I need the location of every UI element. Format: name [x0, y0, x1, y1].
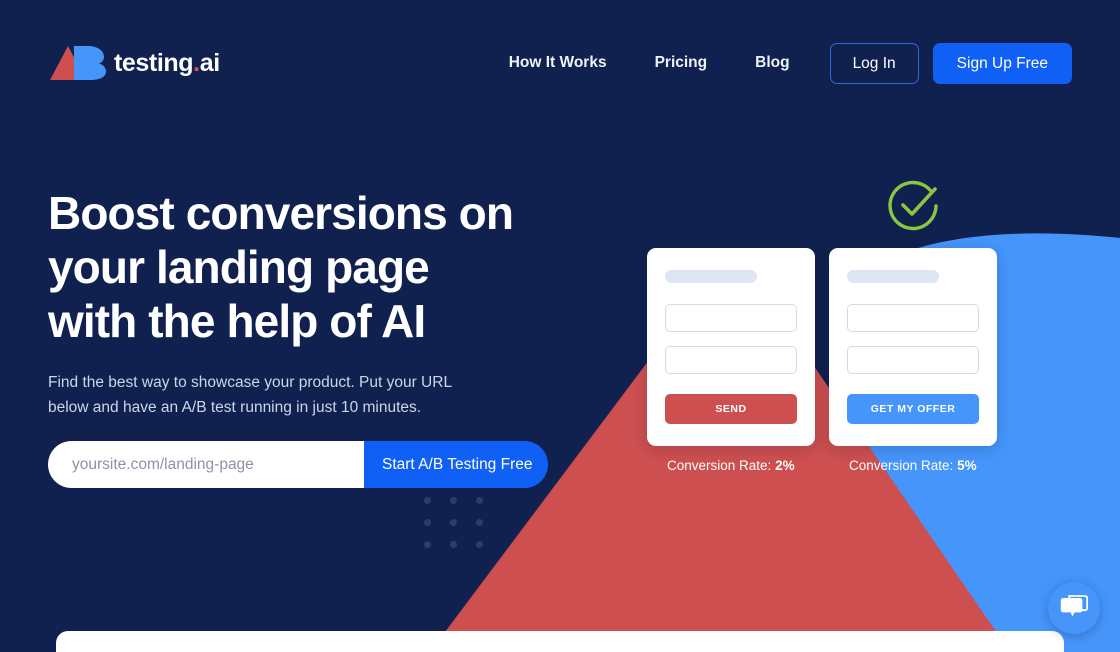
landing-page: testing.ai How It Works Pricing Blog Log… — [0, 0, 1120, 652]
chat-bubble-icon — [1060, 593, 1089, 624]
url-input[interactable] — [48, 441, 364, 488]
placeholder-title-bar — [847, 270, 939, 283]
mock-input-field[interactable] — [665, 346, 797, 374]
chat-widget-button[interactable] — [1048, 582, 1100, 634]
variant-b-submit-button[interactable]: GET MY OFFER — [847, 394, 979, 424]
nav-item-how-it-works[interactable]: How It Works — [509, 54, 607, 72]
bottom-content-panel — [56, 631, 1064, 652]
variant-b-card: GET MY OFFER — [829, 248, 997, 446]
mock-input-field[interactable] — [847, 304, 979, 332]
conversion-value: 5% — [957, 458, 977, 473]
start-testing-button[interactable]: Start A/B Testing Free — [364, 441, 548, 488]
ab-logo-icon — [48, 44, 108, 82]
logo-text: testing.ai — [114, 48, 220, 77]
nav-item-pricing[interactable]: Pricing — [655, 54, 708, 72]
variant-a-submit-button[interactable]: SEND — [665, 394, 797, 424]
main-navigation: How It Works Pricing Blog Log In Sign Up… — [509, 42, 1072, 84]
heading-line-1: Boost conversions on — [48, 187, 514, 239]
signup-button[interactable]: Sign Up Free — [932, 42, 1072, 84]
hero-section: Boost conversions on your landing page w… — [48, 186, 608, 420]
variant-a-card: SEND — [647, 248, 815, 446]
logo-suffix: ai — [199, 48, 220, 77]
placeholder-title-bar — [665, 270, 757, 283]
mock-input-field[interactable] — [847, 346, 979, 374]
login-button[interactable]: Log In — [829, 42, 919, 84]
check-circle-icon — [884, 176, 944, 236]
conversion-value: 2% — [775, 458, 795, 473]
hero-subtext: Find the best way to showcase your produ… — [48, 374, 452, 416]
heading-line-2: your landing page — [48, 241, 430, 293]
site-header: testing.ai How It Works Pricing Blog Log… — [0, 0, 1120, 126]
dot-grid-decoration — [424, 497, 490, 549]
nav-item-blog[interactable]: Blog — [755, 54, 789, 72]
conversion-label: Conversion Rate: — [667, 458, 772, 473]
cta-form: Start A/B Testing Free — [48, 441, 548, 488]
mock-input-field[interactable] — [665, 304, 797, 332]
variant-b-conversion-rate: Conversion Rate: 5% — [849, 458, 977, 473]
logo-word: testing — [114, 48, 194, 77]
variant-a-conversion-rate: Conversion Rate: 2% — [667, 458, 795, 473]
heading-line-3: with the help of AI — [48, 295, 426, 347]
conversion-label: Conversion Rate: — [849, 458, 954, 473]
page-title: Boost conversions on your landing page w… — [48, 186, 608, 348]
logo[interactable]: testing.ai — [48, 41, 220, 85]
